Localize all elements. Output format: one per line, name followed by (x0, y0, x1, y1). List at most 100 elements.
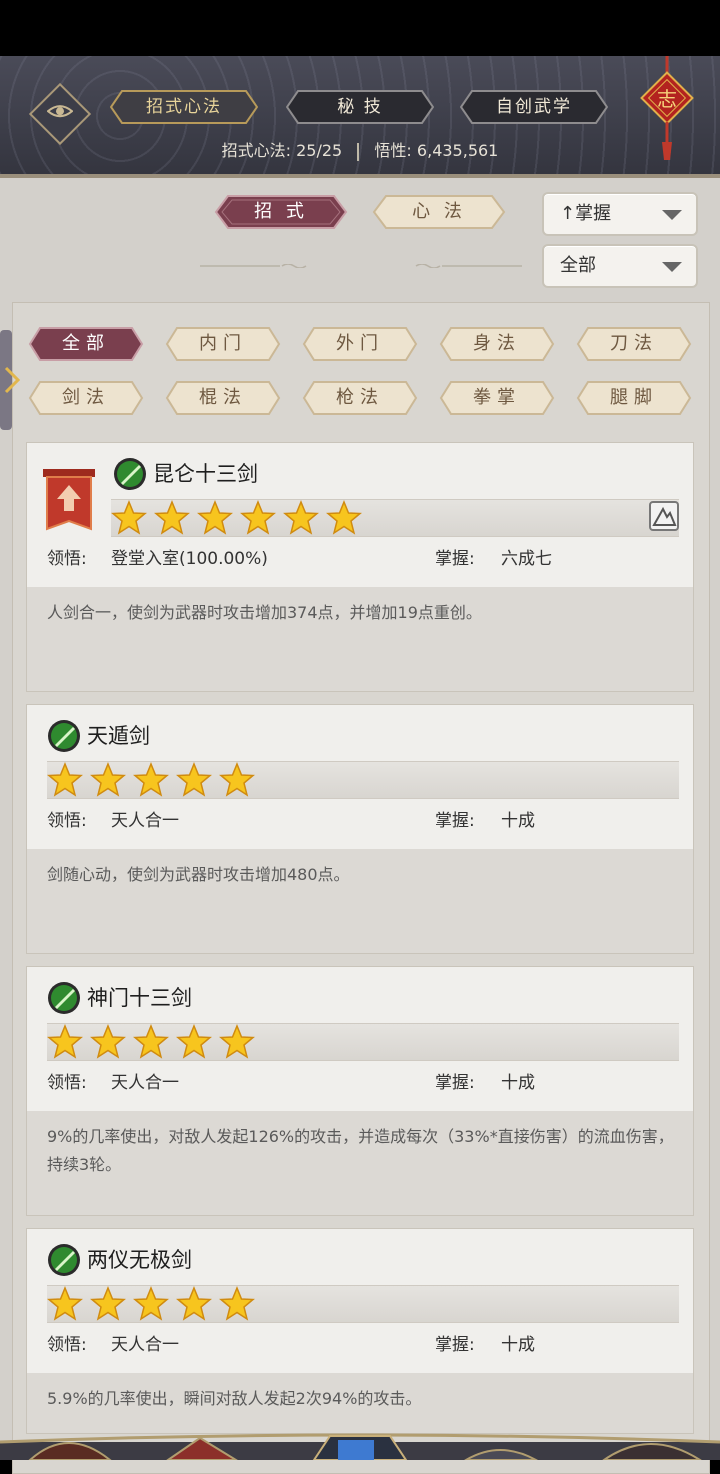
tab-techniques-label: 招式心法 (146, 97, 222, 117)
skill-description-area: 9%的几率使出，对敌人发起126%的攻击，并造成每次（33%*直接伤害）的流血伤… (27, 1111, 693, 1215)
comprehension-value: 登堂入室(100.00%) (111, 549, 268, 569)
tab-secret-skills-label: 秘 技 (337, 97, 383, 117)
sort-direction-arrow-icon: ↑ (560, 203, 576, 224)
comprehension-value: 天人合一 (111, 1335, 179, 1355)
segment-zhaoshi-label: 招 式 (254, 201, 308, 222)
star-icon (176, 762, 212, 797)
mastery-label: 掌握: (435, 1073, 475, 1093)
nav-skills-icon[interactable] (312, 1435, 408, 1460)
star-icon (283, 500, 319, 535)
insight-label: 悟性: (374, 141, 412, 160)
content-border (0, 174, 720, 178)
filter-dropdown[interactable]: 全部 (542, 244, 698, 288)
sort-dropdown-value: 掌握 (575, 203, 612, 224)
ornament-right (415, 264, 522, 268)
bottom-nav-bar (0, 1432, 720, 1460)
category-chip-blade[interactable]: 刀法 (576, 326, 692, 362)
category-chip-staff[interactable]: 棍法 (165, 380, 281, 416)
category-chip-spear[interactable]: 枪法 (302, 380, 418, 416)
techniques-count-value: 25/25 (296, 141, 343, 160)
category-chip-all[interactable]: 全部 (28, 326, 144, 362)
star-icon (133, 1024, 169, 1059)
mastery-label: 掌握: (435, 1335, 475, 1355)
sword-skill-icon (48, 720, 80, 752)
comprehension-label: 领悟: (47, 1335, 87, 1355)
star-icon (90, 1024, 126, 1059)
skill-name: 昆仑十三剑 (153, 462, 258, 486)
star-icon (219, 1024, 255, 1059)
mountain-info-icon[interactable] (649, 501, 679, 531)
knot-char: 志 (657, 87, 677, 111)
skill-card-header: 昆仑十三剑 领悟: 登堂入室(100.00%) 掌握: 六成七 (27, 443, 693, 587)
star-icon (47, 1024, 83, 1059)
category-chip-movement[interactable]: 身法 (439, 326, 555, 362)
star-icon (176, 1286, 212, 1321)
comprehension-value: 天人合一 (111, 1073, 179, 1093)
ornament-left (200, 264, 307, 268)
star-icon (90, 762, 126, 797)
category-chip-label: 刀法 (610, 333, 658, 354)
category-chip-label: 全部 (62, 333, 110, 354)
sword-skill-icon (48, 1244, 80, 1276)
star-rating (111, 499, 679, 537)
chevron-down-icon (662, 210, 682, 220)
ambition-knot-button[interactable]: 志 (640, 56, 694, 164)
skill-name: 神门十三剑 (87, 986, 192, 1010)
star-icon (47, 1286, 83, 1321)
side-expand-handle[interactable] (0, 330, 20, 430)
sort-dropdown[interactable]: ↑掌握 (542, 192, 698, 236)
star-icon (219, 1286, 255, 1321)
upgrade-banner-icon[interactable] (41, 467, 97, 535)
sword-skill-icon (114, 458, 146, 490)
category-chip-label: 拳掌 (473, 387, 521, 408)
skill-card[interactable]: 两仪无极剑 领悟: 天人合一 掌握: 十成 5.9%的几率使出，瞬间对敌人发起2… (26, 1228, 694, 1434)
skill-description: 人剑合一，使剑为武器时攻击增加374点，并增加19点重创。 (47, 603, 482, 622)
star-rating (47, 1023, 679, 1061)
skill-card[interactable]: 昆仑十三剑 领悟: 登堂入室(100.00%) 掌握: 六成七 人剑合一，使剑为… (26, 442, 694, 692)
comprehension-label: 领悟: (47, 811, 87, 831)
segment-xinfa[interactable]: 心 法 (372, 194, 506, 230)
star-icon (219, 762, 255, 797)
star-rating (47, 1285, 679, 1323)
category-chip-leg[interactable]: 腿脚 (576, 380, 692, 416)
category-chip-fist[interactable]: 拳掌 (439, 380, 555, 416)
skill-description: 剑随心动，使剑为武器时攻击增加480点。 (47, 865, 350, 884)
mastery-value: 十成 (501, 811, 535, 831)
category-chip-label: 棍法 (199, 387, 247, 408)
skill-card[interactable]: 神门十三剑 领悟: 天人合一 掌握: 十成 9%的几率使出，对敌人发起126%的… (26, 966, 694, 1216)
star-icon (154, 500, 190, 535)
star-rating (47, 761, 679, 799)
skill-card-header: 神门十三剑 领悟: 天人合一 掌握: 十成 (27, 967, 693, 1111)
skill-card[interactable]: 天遁剑 领悟: 天人合一 掌握: 十成 剑随心动，使剑为武器时攻击增加480点。 (26, 704, 694, 954)
comprehension-label: 领悟: (47, 1073, 87, 1093)
category-chip-label: 枪法 (336, 387, 384, 408)
star-icon (133, 1286, 169, 1321)
skill-description-area: 剑随心动，使剑为武器时攻击增加480点。 (27, 849, 693, 953)
category-chip-inner[interactable]: 内门 (165, 326, 281, 362)
category-chip-sword[interactable]: 剑法 (28, 380, 144, 416)
skill-description: 5.9%的几率使出，瞬间对敌人发起2次94%的攻击。 (47, 1389, 422, 1408)
tab-secret-skills[interactable]: 秘 技 (286, 90, 434, 124)
skill-description-area: 人剑合一，使剑为武器时攻击增加374点，并增加19点重创。 (27, 587, 693, 691)
mastery-label: 掌握: (435, 811, 475, 831)
chevron-down-icon (662, 262, 682, 272)
comprehension-label: 领悟: (47, 549, 87, 569)
category-chip-label: 外门 (336, 333, 384, 354)
skill-card-header: 天遁剑 领悟: 天人合一 掌握: 十成 (27, 705, 693, 849)
status-bar (0, 0, 720, 56)
eye-icon (47, 105, 73, 118)
star-icon (133, 762, 169, 797)
techniques-count-label: 招式心法: (221, 141, 292, 160)
category-chip-label: 腿脚 (610, 387, 658, 408)
mastery-value: 六成七 (501, 549, 552, 569)
category-chip-label: 剑法 (62, 387, 110, 408)
stats-line: 招式心法: 25/25 悟性: 6,435,561 (0, 140, 720, 162)
star-icon (197, 500, 233, 535)
segment-zhaoshi[interactable]: 招 式 (214, 194, 348, 230)
tab-techniques[interactable]: 招式心法 (110, 90, 258, 124)
category-chip-outer[interactable]: 外门 (302, 326, 418, 362)
tab-self-created[interactable]: 自创武学 (460, 90, 608, 124)
skill-description-area: 5.9%的几率使出，瞬间对敌人发起2次94%的攻击。 (27, 1373, 693, 1433)
filter-dropdown-value: 全部 (560, 255, 596, 276)
star-icon (240, 500, 276, 535)
